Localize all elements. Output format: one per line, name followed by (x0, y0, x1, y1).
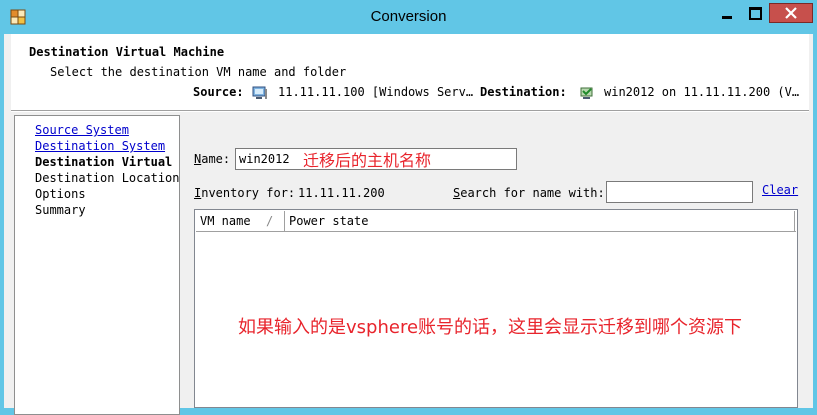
step-summary: Summary (35, 203, 86, 217)
column-vm-name-label: VM name (200, 214, 251, 228)
minimize-icon (722, 15, 732, 19)
destination-label: Destination: (480, 85, 567, 99)
title-bar: Conversion (0, 0, 817, 34)
physical-machine-icon (252, 86, 267, 99)
search-input[interactable] (606, 181, 753, 203)
vm-list-table[interactable]: VM name / Power state 如果输入的是vsphere账号的话，… (194, 209, 798, 408)
sort-indicator-icon: / (266, 214, 274, 228)
page-subtitle: Select the destination VM name and folde… (50, 65, 347, 79)
search-label-text: earch for name with: (460, 186, 605, 200)
name-annotation: 迁移后的主机名称 (303, 151, 432, 170)
step-destination-system[interactable]: Destination System (35, 138, 165, 154)
source-value: 11.11.11.100 [Windows Serv… (278, 85, 474, 99)
close-icon (785, 7, 797, 19)
step-destination-virtual-machine: Destination Virtual Machine (35, 155, 179, 169)
close-button[interactable] (769, 3, 813, 23)
page-title: Destination Virtual Machine (29, 45, 225, 59)
virtual-machine-icon (580, 87, 593, 99)
source-label: Source: (193, 85, 244, 99)
inventory-label: Inventory for: (194, 185, 295, 201)
destination-value: win2012 on 11.11.11.200 (V… (604, 85, 800, 99)
column-power-state-label: Power state (289, 214, 369, 228)
minimize-button[interactable] (713, 3, 741, 23)
maximize-icon (748, 6, 762, 20)
step-destination-location: Destination Location (35, 171, 180, 185)
table-header: VM name / Power state (196, 211, 796, 232)
name-label: Name: (194, 151, 230, 167)
window-title: Conversion (370, 8, 447, 25)
step-options: Options (35, 187, 86, 201)
maximize-button[interactable] (741, 3, 769, 23)
inventory-label-text: nventory for: (201, 186, 296, 200)
column-power-state[interactable]: Power state (285, 211, 795, 231)
step-source-system[interactable]: Source System (35, 122, 129, 138)
inventory-value: 11.11.11.200 (298, 186, 385, 200)
wizard-steps-sidebar: Source System Destination System Destina… (14, 115, 180, 415)
column-vm-name[interactable]: VM name / (196, 211, 285, 231)
table-annotation: 如果输入的是vsphere账号的话，这里会显示迁移到哪个资源下 (238, 317, 743, 338)
search-label: Search for name with: (453, 185, 605, 201)
clear-link[interactable]: Clear (762, 183, 798, 197)
name-label-text: ame: (201, 152, 231, 166)
